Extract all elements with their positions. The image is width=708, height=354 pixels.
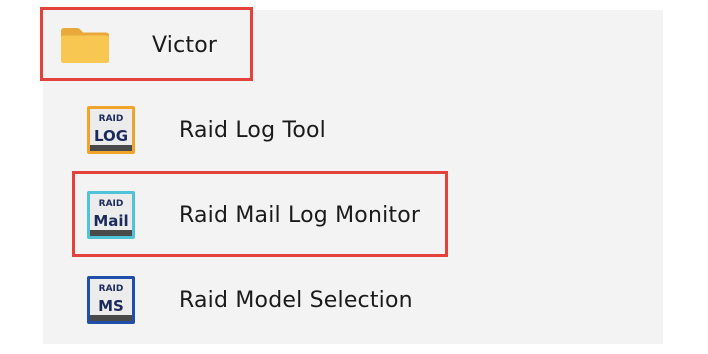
raid-ms-icon: RAID MS [83, 272, 139, 328]
app-list-panel: Victor RAID LOG Raid Log Tool RAID Mail … [43, 10, 663, 344]
icon-top-text: RAID [99, 114, 124, 124]
app-item-raid-mail-log-monitor[interactable]: RAID Mail Raid Mail Log Monitor [43, 173, 663, 257]
folder-icon [59, 25, 111, 65]
app-label: Raid Log Tool [179, 117, 326, 143]
icon-main-text: MS [98, 297, 124, 315]
icon-main-text: Mail [93, 212, 128, 230]
app-item-raid-log-tool[interactable]: RAID LOG Raid Log Tool [43, 88, 663, 172]
folder-item-victor[interactable]: Victor [43, 10, 663, 80]
icon-top-text: RAID [99, 199, 124, 209]
raid-log-icon: RAID LOG [83, 102, 139, 158]
icon-main-text: LOG [94, 127, 128, 145]
app-label: Raid Mail Log Monitor [179, 202, 421, 228]
app-item-raid-model-selection[interactable]: RAID MS Raid Model Selection [43, 258, 663, 342]
raid-mail-icon: RAID Mail [83, 187, 139, 243]
icon-top-text: RAID [99, 284, 124, 294]
app-label: Raid Model Selection [179, 287, 413, 313]
folder-label: Victor [152, 32, 218, 58]
start-menu-view: Victor RAID LOG Raid Log Tool RAID Mail … [0, 0, 708, 354]
